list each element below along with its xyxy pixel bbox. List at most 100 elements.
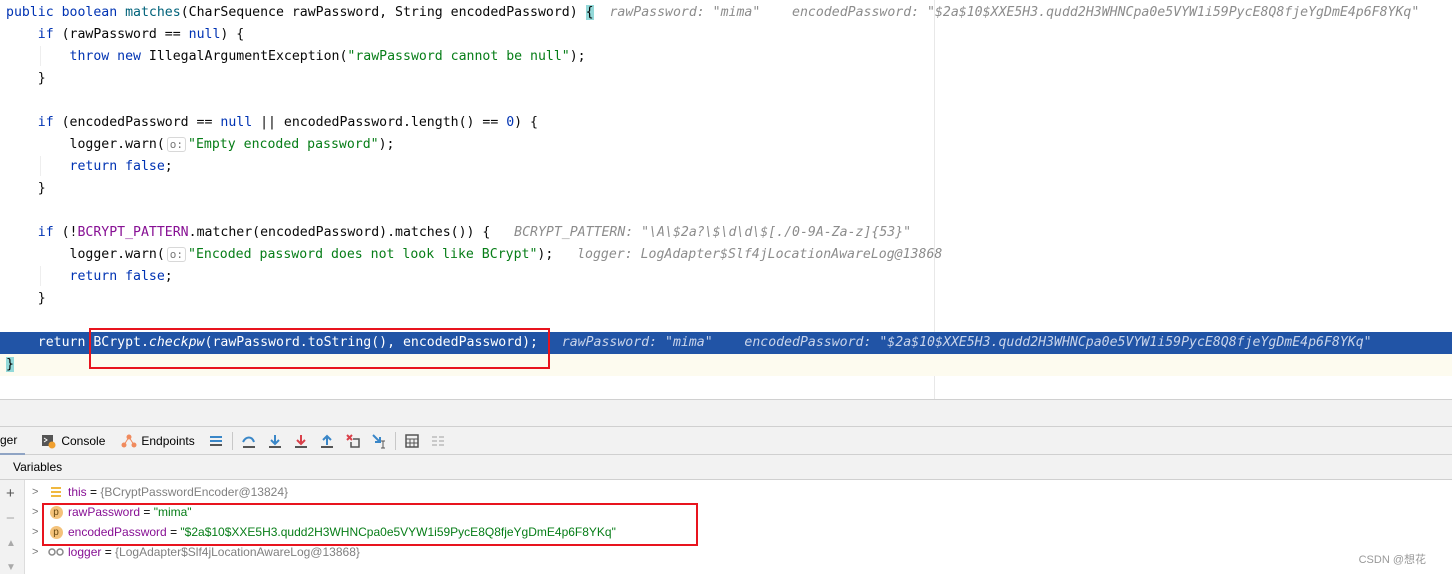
code-token: ) { xyxy=(220,27,245,42)
code-token: throw xyxy=(6,49,118,64)
code-token: logger.warn( xyxy=(6,247,165,262)
code-token: ; xyxy=(164,269,173,284)
step-over-icon xyxy=(241,436,255,448)
param-hint: o: xyxy=(166,247,187,262)
drop-frame-button[interactable] xyxy=(340,427,366,455)
variable-name: this xyxy=(68,485,87,499)
code-token: } xyxy=(6,291,46,306)
move-down-button[interactable]: ▼ xyxy=(6,562,16,573)
code-token: return xyxy=(6,269,126,284)
step-into-button[interactable] xyxy=(262,427,288,455)
debug-toolbar: ger Console Endpoints xyxy=(0,427,1452,455)
code-token: if xyxy=(6,27,62,42)
code-token: return xyxy=(6,335,94,350)
step-over-button[interactable] xyxy=(236,427,262,455)
evaluate-expression-button[interactable] xyxy=(399,427,425,455)
inline-debug-value: BCRYPT_PATTERN: "\A\$2a?\$\d\d\$[./0-9A-… xyxy=(490,225,912,240)
field-icon xyxy=(48,484,64,500)
step-out-button[interactable] xyxy=(314,427,340,455)
code-token: (! xyxy=(61,225,78,240)
code-token: ); xyxy=(378,137,395,152)
run-to-cursor-button[interactable] xyxy=(366,427,392,455)
variable-row[interactable]: > this = {BCryptPasswordEncoder@13824} xyxy=(32,482,288,502)
step-out-icon xyxy=(320,434,333,448)
code-line[interactable]: if (rawPassword == null) { xyxy=(0,24,1452,46)
code-token: null xyxy=(188,27,221,42)
code-token: boolean xyxy=(61,5,126,20)
code-line[interactable] xyxy=(0,90,1452,112)
annotation-box-checkpw xyxy=(89,328,550,369)
code-token: if xyxy=(6,115,62,130)
code-line[interactable]: return false; xyxy=(0,156,1452,178)
code-line[interactable]: } xyxy=(0,178,1452,200)
annotation-box-params xyxy=(42,503,698,546)
code-line[interactable]: public boolean matches(CharSequence rawP… xyxy=(0,2,1452,24)
code-token: ) { xyxy=(514,115,538,130)
code-token: null xyxy=(220,115,261,130)
drop-frame-icon xyxy=(346,433,360,448)
watch-icon xyxy=(48,544,64,560)
force-step-into-button[interactable] xyxy=(288,427,314,455)
add-watch-button[interactable]: + xyxy=(6,485,15,502)
code-token: public xyxy=(6,5,62,20)
code-token: "rawPassword cannot be null" xyxy=(347,49,570,64)
inline-debug-value: logger: LogAdapter$Slf4jLocationAwareLog… xyxy=(553,247,943,262)
panel-divider[interactable] xyxy=(0,399,1452,427)
code-token: "Encoded password does not look like BCr… xyxy=(188,247,538,262)
variables-header: Variables xyxy=(0,455,1452,480)
watermark: CSDN @想花 xyxy=(1358,554,1426,566)
remove-watch-button[interactable]: − xyxy=(6,510,15,527)
code-token: (rawPassword == xyxy=(61,27,189,42)
code-line[interactable]: } xyxy=(0,288,1452,310)
expand-chevron-icon[interactable]: > xyxy=(32,482,48,502)
endpoints-icon xyxy=(121,434,137,447)
toolbar-separator xyxy=(231,431,233,450)
code-token: if xyxy=(6,225,62,240)
code-token: false xyxy=(125,159,165,174)
code-token: { xyxy=(585,5,594,20)
code-token: false xyxy=(125,269,165,284)
code-token: return xyxy=(6,159,126,174)
code-token: logger.warn( xyxy=(6,137,165,152)
param-hint: o: xyxy=(166,137,187,152)
layout-menu-icon xyxy=(209,435,222,446)
move-up-button[interactable]: ▲ xyxy=(6,538,16,549)
code-token: (CharSequence rawPassword, String encode… xyxy=(180,5,586,20)
code-token: new xyxy=(117,49,149,64)
code-line[interactable]: if (!BCRYPT_PATTERN.matcher(encodedPassw… xyxy=(0,222,1452,244)
run-to-cursor-icon xyxy=(372,433,385,448)
inline-debug-value: rawPassword: "mima" encodedPassword: "$2… xyxy=(593,5,1420,20)
code-token: } xyxy=(6,357,14,372)
tab-console[interactable]: Console xyxy=(33,427,113,455)
code-line[interactable]: return false; xyxy=(0,266,1452,288)
toolbar-separator xyxy=(394,431,396,450)
equals: = xyxy=(86,485,101,499)
code-line[interactable]: logger.warn(o: "Empty encoded password"); xyxy=(0,134,1452,156)
code-line[interactable]: logger.warn(o: "Encoded password does not… xyxy=(0,244,1452,266)
console-icon xyxy=(42,434,56,448)
code-line[interactable]: if (encodedPassword == null || encodedPa… xyxy=(0,112,1452,134)
code-token: } xyxy=(6,181,46,196)
force-step-into-icon xyxy=(294,434,307,448)
trace-button[interactable] xyxy=(425,427,451,455)
code-line[interactable]: } xyxy=(0,68,1452,90)
variable-value: {BCryptPasswordEncoder@13824} xyxy=(100,485,288,499)
code-token: || encodedPassword.length() == xyxy=(260,115,507,130)
evaluate-expression-icon xyxy=(405,433,419,448)
code-token: (encodedPassword == xyxy=(61,115,221,130)
layout-menu-button[interactable] xyxy=(203,427,229,455)
variables-side-toolbar: + − ▲ ▼ xyxy=(0,480,25,574)
code-token: ); xyxy=(569,49,586,64)
code-token: .matcher(encodedPassword).matches()) { xyxy=(188,225,491,240)
trace-icon xyxy=(431,435,444,446)
code-token: matches xyxy=(125,5,181,20)
tab-endpoints[interactable]: Endpoints xyxy=(113,427,202,455)
code-token: IllegalArgumentException( xyxy=(148,49,348,64)
inline-debug-value: rawPassword: "mima" encodedPassword: "$2… xyxy=(537,335,1372,350)
code-token: "Empty encoded password" xyxy=(188,137,379,152)
code-token: 0 xyxy=(506,115,515,130)
code-line[interactable] xyxy=(0,200,1452,222)
tab-debugger[interactable]: ger xyxy=(0,427,26,455)
code-line[interactable]: throw new IllegalArgumentException("rawP… xyxy=(0,46,1452,68)
step-into-icon xyxy=(268,434,281,448)
